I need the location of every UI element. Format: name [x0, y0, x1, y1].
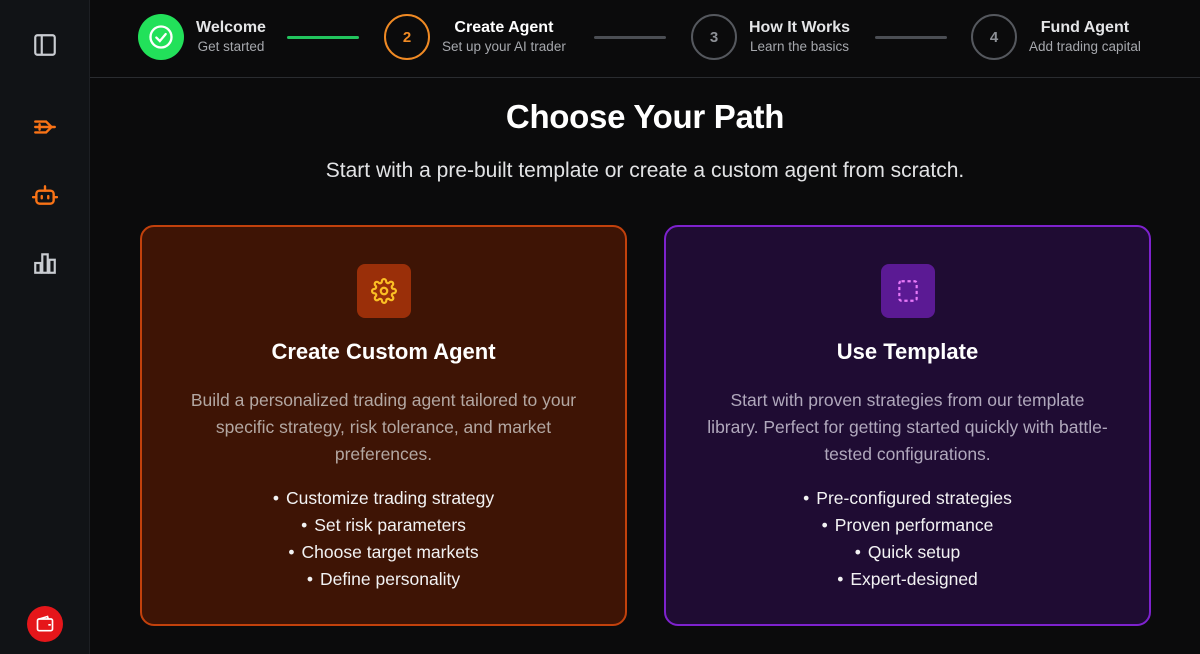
step-title: Fund Agent [1040, 19, 1130, 36]
check-circle-icon [149, 25, 173, 49]
card-description: Build a personalized trading agent tailo… [190, 390, 577, 464]
card-title: Use Template [836, 339, 979, 364]
sidebar-toggle-icon [34, 34, 56, 56]
step-subtitle: Learn the basics [749, 39, 850, 54]
sidebar-toggle-button[interactable] [30, 30, 60, 60]
feature-list: Pre-configured strategies Proven perform… [666, 485, 1149, 593]
trades-icon [34, 120, 56, 134]
onboarding-stepper: Welcome Get started 2 Create Agent Set u… [90, 0, 1200, 78]
step-number: 2 [384, 14, 430, 60]
step-title: How It Works [749, 19, 851, 36]
wallet-icon [36, 615, 54, 632]
step-welcome[interactable]: Welcome Get started [138, 14, 266, 60]
robot-icon [32, 185, 58, 205]
gear-icon [370, 278, 397, 304]
step-subtitle: Set up your AI trader [442, 39, 566, 54]
step-title: Welcome [196, 19, 266, 36]
feature-list: Customize trading strategy Set risk para… [142, 485, 625, 593]
step-text: Welcome Get started [196, 18, 266, 56]
wallet-button[interactable] [27, 606, 63, 642]
step-how-it-works[interactable]: 3 How It Works Learn the basics [691, 14, 850, 60]
sidebar [0, 0, 90, 654]
page-subtitle: Start with a pre-built template or creat… [325, 159, 965, 182]
feature-item: Proven performance [666, 512, 1149, 539]
card-description: Start with proven strategies from our te… [707, 390, 1108, 464]
feature-item: Quick setup [666, 539, 1149, 566]
card-title: Create Custom Agent [271, 339, 496, 364]
feature-item: Expert-designed [666, 566, 1149, 593]
sidebar-item-analytics[interactable] [30, 248, 60, 278]
step-text: How It Works Learn the basics [749, 18, 850, 56]
feature-item: Customize trading strategy [142, 485, 625, 512]
card-icon-badge [880, 264, 935, 318]
feature-item: Choose target markets [142, 539, 625, 566]
step-text: Create Agent Set up your AI trader [442, 18, 566, 56]
step-number: 4 [971, 14, 1017, 60]
step-completed-indicator [138, 14, 184, 60]
step-text: Fund Agent Add trading capital [1029, 18, 1141, 56]
bar-chart-icon [34, 253, 56, 274]
feature-item: Set risk parameters [142, 512, 625, 539]
feature-item: Pre-configured strategies [666, 485, 1149, 512]
feature-item: Define personality [142, 566, 625, 593]
create-custom-agent-card[interactable]: Create Custom Agent Build a personalized… [140, 225, 627, 626]
card-icon-badge [356, 264, 411, 318]
sidebar-item-trades[interactable] [30, 112, 60, 142]
step-connector [287, 36, 359, 39]
step-number: 3 [691, 14, 737, 60]
template-icon [897, 280, 918, 302]
step-connector [875, 36, 947, 39]
step-subtitle: Add trading capital [1029, 39, 1141, 54]
sidebar-item-agents[interactable] [30, 180, 60, 210]
step-subtitle: Get started [197, 39, 265, 54]
page-title: Choose Your Path [505, 98, 785, 135]
step-create-agent[interactable]: 2 Create Agent Set up your AI trader [384, 14, 566, 60]
use-template-card[interactable]: Use Template Start with proven strategie… [664, 225, 1151, 626]
step-title: Create Agent [454, 19, 554, 36]
step-fund-agent[interactable]: 4 Fund Agent Add trading capital [971, 14, 1141, 60]
step-connector [594, 36, 666, 39]
